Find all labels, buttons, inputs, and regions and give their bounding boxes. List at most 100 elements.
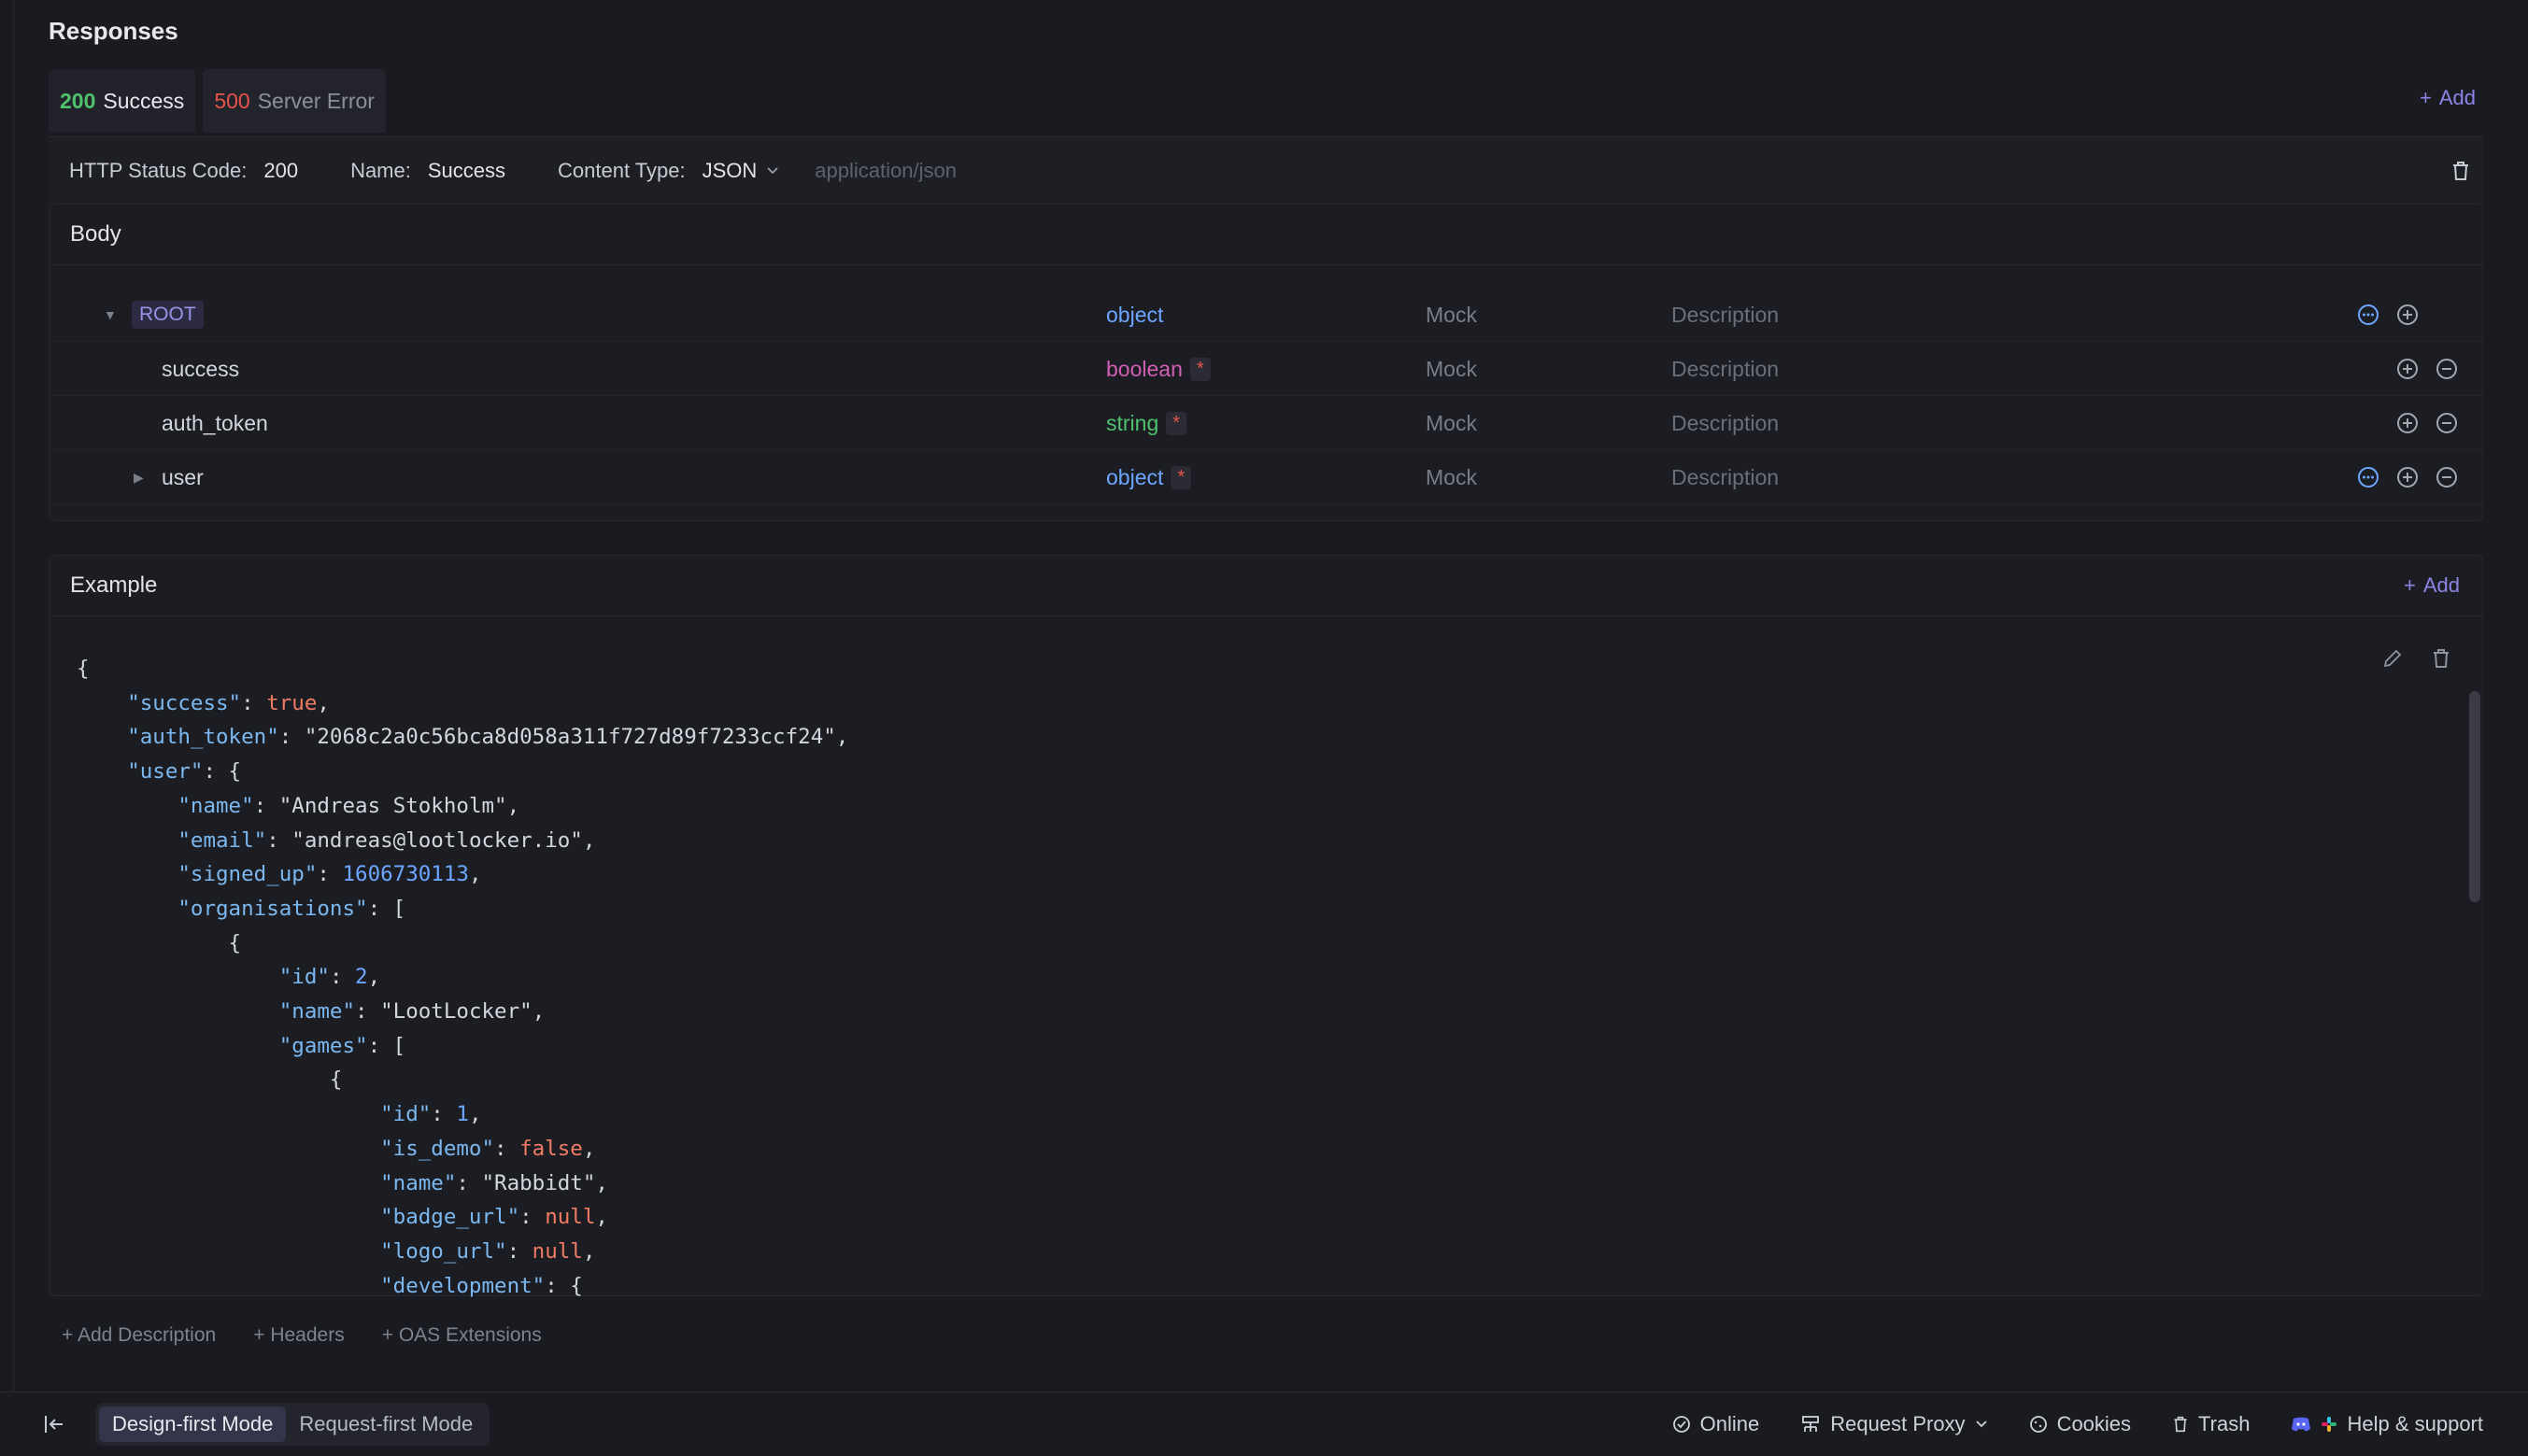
plus-circle-icon xyxy=(2397,413,2418,433)
response-footer-links: + Add Description + Headers + OAS Extens… xyxy=(62,1324,542,1347)
slack-icon xyxy=(2322,1417,2337,1432)
code-line: "auth_token": "2068c2a0c56bca8d058a311f7… xyxy=(127,725,849,750)
tab-status-code: 500 xyxy=(214,88,250,113)
example-code-editor[interactable]: { "success": true, "auth_token": "2068c2… xyxy=(77,652,848,1303)
mode-request-first[interactable]: Request-first Mode xyxy=(286,1407,486,1442)
field-name: ROOT xyxy=(132,301,204,329)
trash-button[interactable]: Trash xyxy=(2172,1412,2250,1436)
tab-label: Server Error xyxy=(257,88,375,113)
schema-row-auth-token[interactable]: auth_token string * Mock Description xyxy=(50,397,2482,450)
code-line: "name": "Rabbidt", xyxy=(380,1170,608,1195)
body-panel: Body ▼ ROOT object Mock Description succ… xyxy=(49,204,2483,521)
response-meta-bar: HTTP Status Code: 200 Name: Success Cont… xyxy=(49,136,2483,205)
delete-response-button[interactable] xyxy=(2448,158,2474,184)
cookie-icon xyxy=(2029,1416,2047,1433)
tab-label: Success xyxy=(103,88,185,113)
caret-down-icon[interactable]: ▼ xyxy=(104,307,117,322)
plus-icon: + xyxy=(2419,86,2432,109)
field-description[interactable]: Description xyxy=(1671,357,1779,382)
schema-row-root[interactable]: ▼ ROOT object Mock Description xyxy=(50,289,2482,342)
plus-circle-icon xyxy=(2397,359,2418,379)
more-options-button[interactable] xyxy=(2355,464,2381,490)
network-icon xyxy=(1802,1416,1820,1432)
trash-icon xyxy=(2434,649,2449,668)
code-line: "is_demo": false, xyxy=(380,1136,596,1161)
add-field-button[interactable] xyxy=(2394,464,2421,490)
code-line: "name": "LootLocker", xyxy=(278,999,546,1025)
minus-circle-icon xyxy=(2436,413,2457,433)
field-description[interactable]: Description xyxy=(1671,411,1779,436)
code-line: "signed_up": 1606730113, xyxy=(178,862,482,887)
required-mark[interactable]: * xyxy=(1166,411,1187,435)
trash-icon xyxy=(2453,162,2468,180)
field-mock[interactable]: Mock xyxy=(1426,303,1477,328)
code-line: "user": { xyxy=(127,759,242,785)
required-mark[interactable]: * xyxy=(1189,357,1211,381)
left-rail xyxy=(13,0,15,1392)
field-description[interactable]: Description xyxy=(1671,303,1779,328)
code-line: "logo_url": null, xyxy=(380,1238,596,1264)
add-headers-link[interactable]: + Headers xyxy=(253,1324,345,1347)
collapse-sidebar-button[interactable] xyxy=(41,1411,67,1437)
online-status[interactable]: Online xyxy=(1672,1412,1760,1436)
link-label: Add Description xyxy=(77,1324,217,1346)
help-support-label: Help & support xyxy=(2347,1412,2483,1435)
cookies-button[interactable]: Cookies xyxy=(2029,1412,2131,1436)
add-example-button[interactable]: + Add xyxy=(2404,573,2460,598)
link-label: Headers xyxy=(270,1324,345,1346)
mode-design-first[interactable]: Design-first Mode xyxy=(99,1407,287,1442)
field-type[interactable]: object xyxy=(1106,465,1163,490)
status-code-value[interactable]: 200 xyxy=(263,159,298,183)
field-mock[interactable]: Mock xyxy=(1426,465,1477,490)
remove-field-button[interactable] xyxy=(2434,356,2460,382)
field-mock[interactable]: Mock xyxy=(1426,411,1477,436)
code-line: "badge_url": null, xyxy=(380,1205,608,1230)
field-mock[interactable]: Mock xyxy=(1426,357,1477,382)
code-line: "email": "andreas@lootlocker.io", xyxy=(178,827,596,853)
remove-field-button[interactable] xyxy=(2434,464,2460,490)
code-line: "success": true, xyxy=(127,690,330,715)
add-label: Add xyxy=(2438,86,2476,109)
edit-example-button[interactable] xyxy=(2379,645,2406,671)
request-proxy-menu[interactable]: Request Proxy xyxy=(1800,1412,1987,1436)
field-name: user xyxy=(162,464,204,489)
add-field-button[interactable] xyxy=(2394,356,2421,382)
add-field-button[interactable] xyxy=(2394,410,2421,436)
code-line: "organisations": [ xyxy=(178,896,406,921)
collapse-left-icon xyxy=(45,1416,63,1433)
add-response-button[interactable]: + Add xyxy=(2420,86,2476,110)
more-icon xyxy=(2358,467,2379,488)
add-description-link[interactable]: + Add Description xyxy=(62,1324,216,1347)
body-title: Body xyxy=(50,205,2482,265)
tab-500-server-error[interactable]: 500 Server Error xyxy=(203,69,386,133)
delete-example-button[interactable] xyxy=(2428,645,2454,671)
code-line: { xyxy=(77,1067,343,1093)
schema-row-success[interactable]: success boolean * Mock Description xyxy=(50,343,2482,396)
tab-status-code: 200 xyxy=(60,88,96,113)
field-type[interactable]: string xyxy=(1106,411,1158,436)
more-icon xyxy=(2358,304,2379,325)
field-type[interactable]: object xyxy=(1106,303,1163,328)
more-options-button[interactable] xyxy=(2355,302,2381,328)
field-description[interactable]: Description xyxy=(1671,465,1779,490)
required-mark[interactable]: * xyxy=(1171,465,1192,489)
help-support-button[interactable]: Help & support xyxy=(2291,1412,2483,1436)
trash-label: Trash xyxy=(2198,1412,2251,1435)
field-type[interactable]: boolean xyxy=(1106,357,1183,382)
schema-row-user[interactable]: ▶ user object * Mock Description xyxy=(50,451,2482,504)
code-line: "id": 2, xyxy=(278,965,381,990)
add-field-button[interactable] xyxy=(2394,302,2421,328)
remove-field-button[interactable] xyxy=(2434,410,2460,436)
caret-right-icon[interactable]: ▶ xyxy=(134,470,144,486)
link-label: OAS Extensions xyxy=(398,1324,542,1346)
code-line: { xyxy=(77,930,242,955)
request-proxy-label: Request Proxy xyxy=(1830,1412,1966,1435)
content-type-select[interactable]: JSON xyxy=(703,159,780,183)
content-type-value: JSON xyxy=(702,159,758,182)
minus-circle-icon xyxy=(2436,467,2457,488)
name-value[interactable]: Success xyxy=(428,159,505,183)
editor-scrollbar[interactable] xyxy=(2469,691,2480,902)
tab-200-success[interactable]: 200 Success xyxy=(49,69,196,133)
online-label: Online xyxy=(1699,1412,1760,1435)
add-oas-extensions-link[interactable]: + OAS Extensions xyxy=(382,1324,542,1347)
